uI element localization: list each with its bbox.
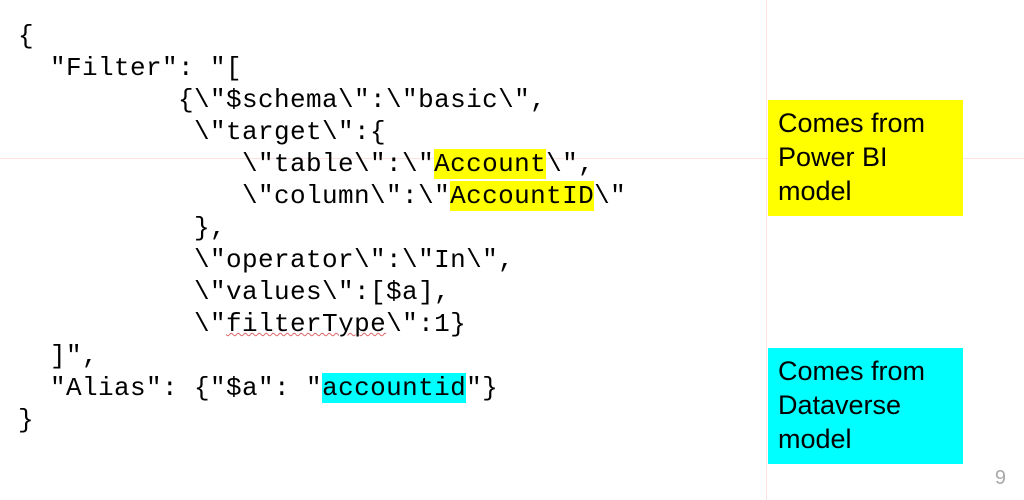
code-line-part: "Alias": {"$a": " — [18, 373, 322, 403]
annotation-powerbi: Comes from Power BI model — [768, 100, 963, 216]
code-line: ]", — [18, 341, 98, 371]
code-line: }, — [18, 213, 226, 243]
highlight-column-value: AccountID — [450, 181, 594, 211]
code-line: \"operator\":\"In\", — [18, 245, 514, 275]
code-line: { — [18, 21, 34, 51]
code-line: } — [18, 405, 34, 435]
code-line-part: "} — [466, 373, 498, 403]
code-line-part: \" — [18, 309, 226, 339]
highlight-table-value: Account — [434, 149, 546, 179]
code-line: \"target\":{ — [18, 117, 386, 147]
code-line-part: \":1} — [386, 309, 466, 339]
page-number: 9 — [995, 467, 1006, 490]
code-line-part: \"column\":\" — [18, 181, 450, 211]
highlight-alias-value: accountid — [322, 373, 466, 403]
code-line: \"values\":[$a], — [18, 277, 450, 307]
code-line-part: \", — [546, 149, 594, 179]
annotation-dataverse: Comes from Dataverse model — [768, 348, 963, 464]
guide-vertical — [766, 0, 767, 500]
code-line: "Filter": "[ — [18, 53, 242, 83]
code-line: {\"$schema\":\"basic\", — [18, 85, 546, 115]
code-line-part: \"table\":\" — [18, 149, 434, 179]
code-line-part: \" — [594, 181, 626, 211]
code-block: { "Filter": "[ {\"$schema\":\"basic\", \… — [18, 20, 626, 436]
spellcheck-wavy: filterType — [226, 309, 386, 339]
